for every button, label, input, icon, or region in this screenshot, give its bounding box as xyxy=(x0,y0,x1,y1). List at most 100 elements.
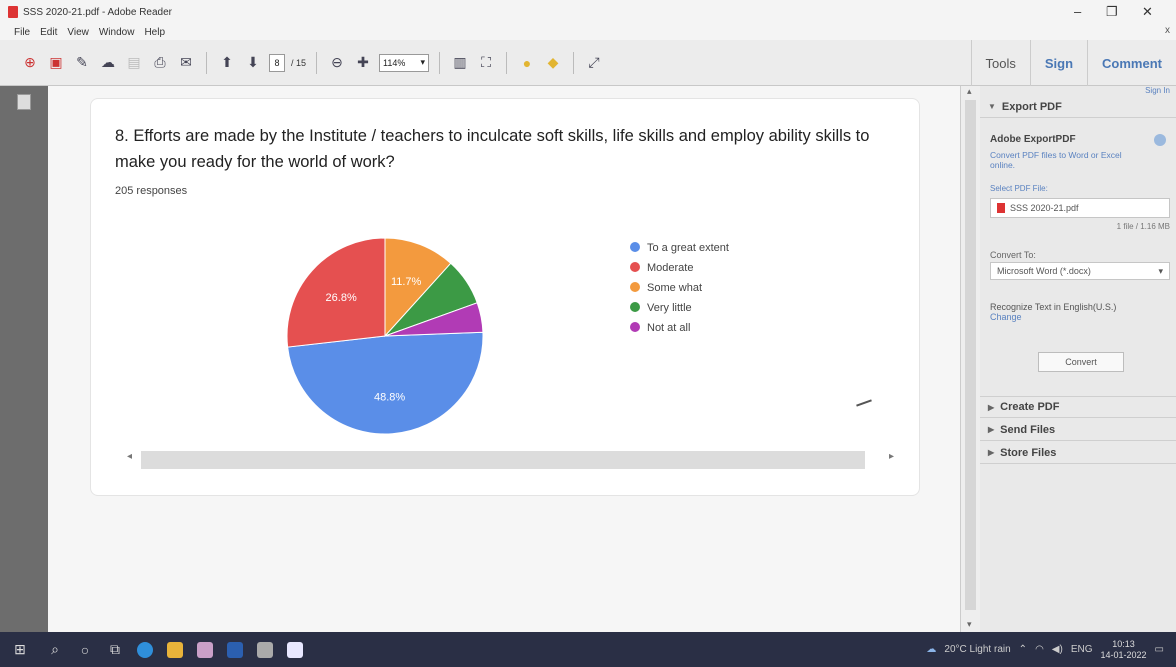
close-document-icon[interactable]: x xyxy=(1165,25,1170,36)
media-icon[interactable] xyxy=(250,632,280,667)
highlight-icon[interactable]: ◆ xyxy=(543,53,563,73)
selected-file-name: SSS 2020-21.pdf xyxy=(1010,203,1079,213)
email-icon[interactable]: ✉ xyxy=(176,53,196,73)
page-number-input[interactable]: 8 xyxy=(269,53,285,72)
toolbar-divider xyxy=(206,51,207,74)
start-icon[interactable]: ⊞ xyxy=(0,632,40,667)
language-indicator[interactable]: ENG xyxy=(1071,644,1093,655)
pdf-file-icon xyxy=(8,6,18,18)
save-icon[interactable]: ▤ xyxy=(124,53,144,73)
file-explorer-icon[interactable] xyxy=(160,632,190,667)
edit-icon[interactable]: ✎ xyxy=(72,53,92,73)
toolbar-divider xyxy=(506,51,508,74)
ocr-change-link[interactable]: Change xyxy=(990,312,1022,322)
file-size: 1 file / 1.16 MB xyxy=(1116,222,1170,231)
minimize-button[interactable]: – xyxy=(1074,4,1081,19)
convert-button[interactable]: Convert xyxy=(1038,352,1124,372)
sign-in-link[interactable]: Sign In xyxy=(1145,86,1170,95)
full-screen-icon[interactable]: ⛶ xyxy=(476,53,496,73)
legend-label[interactable]: Some what xyxy=(647,282,702,294)
pie-data-label: 11.7% xyxy=(391,276,422,288)
zoom-select[interactable]: 114% ▾ xyxy=(379,53,430,72)
info-icon[interactable] xyxy=(1154,134,1166,146)
create-pdf-icon[interactable]: ⊕ xyxy=(20,53,40,73)
taskbar: ⊞ ⌕ ○ ⧉ ☁ 20°C Light rain ⌃ ◠ ◀) ENG 10:… xyxy=(0,632,1176,667)
scroll-left-icon[interactable]: ◂ xyxy=(127,451,132,462)
adobe-exportpdf-title: Adobe ExportPDF xyxy=(990,134,1076,145)
menu-file[interactable]: File xyxy=(14,27,30,38)
task-view-icon[interactable]: ⧉ xyxy=(100,632,130,667)
toolbar-divider xyxy=(316,51,318,74)
pie-data-label: 48.8% xyxy=(374,392,405,404)
send-files-header[interactable]: ▶ Send Files xyxy=(980,419,1176,441)
toolbar-divider xyxy=(573,51,575,74)
zoom-out-icon[interactable]: ⊖ xyxy=(327,53,347,73)
document-view: 8. Efforts are made by the Institute / t… xyxy=(48,86,972,632)
toolbar-divider xyxy=(439,51,441,74)
legend-swatch xyxy=(630,302,640,312)
vertical-scrollbar[interactable]: ▴ ▾ xyxy=(960,86,980,632)
send-files-label: Send Files xyxy=(1000,423,1056,436)
adobe-reader-taskbar-icon[interactable] xyxy=(280,632,310,667)
expand-icon[interactable]: ⤢ xyxy=(584,53,604,73)
store-files-header[interactable]: ▶ Store Files xyxy=(980,442,1176,464)
search-icon[interactable]: ⌕ xyxy=(40,632,70,667)
scroll-right-icon[interactable]: ▸ xyxy=(889,451,894,462)
tab-comment[interactable]: Comment xyxy=(1087,40,1176,86)
convert-to-label: Convert To: xyxy=(990,250,1036,260)
chevron-down-icon: ▼ xyxy=(988,102,996,111)
paint-icon[interactable] xyxy=(190,632,220,667)
scroll-up-icon[interactable]: ▴ xyxy=(967,86,972,97)
task-tabs: Tools Sign Comment xyxy=(970,40,1176,86)
next-page-icon[interactable]: ⬇ xyxy=(243,53,263,73)
legend-label[interactable]: To a great extent xyxy=(647,242,729,254)
notifications-icon[interactable]: ▭ xyxy=(1155,644,1164,655)
legend-label[interactable]: Very little xyxy=(647,302,692,314)
pdf-icon[interactable]: ▣ xyxy=(46,53,66,73)
cortana-icon[interactable]: ○ xyxy=(70,632,100,667)
page-total: / 15 xyxy=(291,57,307,68)
legend-swatch xyxy=(630,262,640,272)
horizontal-scrollbar[interactable] xyxy=(141,451,865,469)
restore-button[interactable]: ❐ xyxy=(1106,4,1118,20)
convert-to-value: Microsoft Word (*.docx) xyxy=(997,266,1091,276)
weather-text[interactable]: 20°C Light rain xyxy=(944,644,1010,655)
volume-icon[interactable]: ◀) xyxy=(1052,644,1063,655)
fit-page-icon[interactable]: ▥ xyxy=(450,53,470,73)
pie-chart: 48.8% 26.8% 11.7% To a great extent Moderate… xyxy=(286,237,729,435)
export-pdf-label: Export PDF xyxy=(1001,100,1062,113)
scroll-down-icon[interactable]: ▾ xyxy=(967,619,972,630)
comment-icon[interactable]: ● xyxy=(517,53,537,73)
menu-view[interactable]: View xyxy=(67,27,89,38)
selected-file-field[interactable]: SSS 2020-21.pdf xyxy=(990,198,1170,218)
zoom-in-icon[interactable]: ✚ xyxy=(353,53,373,73)
scrollbar-thumb[interactable] xyxy=(965,100,976,610)
cloud-upload-icon[interactable]: ☁ xyxy=(98,53,118,73)
word-icon[interactable] xyxy=(220,632,250,667)
menu-help[interactable]: Help xyxy=(144,27,165,38)
survey-card: 8. Efforts are made by the Institute / t… xyxy=(90,98,920,496)
export-pdf-header[interactable]: ▼ Export PDF xyxy=(980,96,1176,118)
tab-tools[interactable]: Tools xyxy=(970,40,1030,86)
create-pdf-header[interactable]: ▶ Create PDF xyxy=(980,396,1176,418)
menu-edit[interactable]: Edit xyxy=(40,27,57,38)
clock[interactable]: 10:13 14-01-2022 xyxy=(1101,639,1147,661)
legend-label[interactable]: Moderate xyxy=(647,262,693,274)
tab-sign[interactable]: Sign xyxy=(1029,40,1087,86)
toolbar: ⊕ ▣ ✎ ☁ ▤ ⎙ ✉ ⬆ ⬇ 8 / 15 ⊖ ✚ 114% ▾ ▥ ⛶ … xyxy=(0,40,1176,86)
show-hidden-icons-icon[interactable]: ⌃ xyxy=(1019,644,1027,655)
menu-bar: File Edit View Window Help x xyxy=(0,24,1176,40)
store-files-label: Store Files xyxy=(1000,446,1057,459)
network-icon[interactable]: ◠ xyxy=(1035,644,1044,655)
legend-label[interactable]: Not at all xyxy=(647,322,690,334)
page-thumbnails-icon[interactable] xyxy=(17,94,31,110)
menu-window[interactable]: Window xyxy=(99,27,135,38)
weather-icon: ☁ xyxy=(926,644,937,655)
tools-pane: Sign In ▼ Export PDF Adobe ExportPDF Con… xyxy=(980,86,1176,632)
previous-page-icon[interactable]: ⬆ xyxy=(217,53,237,73)
close-button[interactable]: ✕ xyxy=(1142,4,1153,20)
convert-to-select[interactable]: Microsoft Word (*.docx) ▾ xyxy=(990,262,1170,280)
print-icon[interactable]: ⎙ xyxy=(150,53,170,73)
legend-swatch xyxy=(630,282,640,292)
edge-icon[interactable] xyxy=(130,632,160,667)
